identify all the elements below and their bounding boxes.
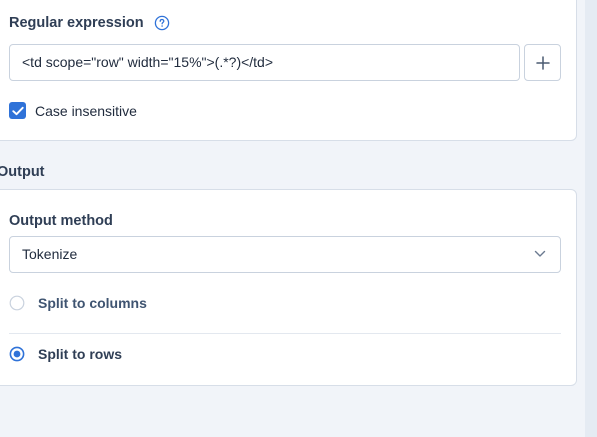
plus-icon: [535, 55, 550, 70]
output-method-value: Tokenize: [22, 246, 78, 262]
radio-selected-icon[interactable]: [9, 346, 25, 362]
case-insensitive-row[interactable]: Case insensitive: [9, 102, 137, 119]
case-insensitive-checkbox[interactable]: [9, 102, 26, 119]
regex-label-row: Regular expression: [9, 15, 170, 31]
chevron-down-icon: [534, 250, 546, 257]
output-method-label: Output method: [9, 213, 113, 229]
option-divider: [9, 333, 561, 334]
check-icon: [11, 106, 24, 115]
output-section-title: Output: [0, 164, 45, 180]
right-scroll-strip: [585, 0, 597, 437]
output-method-select[interactable]: Tokenize: [9, 236, 561, 273]
split-to-rows-option[interactable]: Split to rows: [9, 346, 122, 362]
radio-unselected-icon[interactable]: [9, 295, 25, 311]
split-to-rows-label: Split to rows: [38, 346, 122, 362]
help-circle-icon[interactable]: [154, 15, 170, 31]
regex-input[interactable]: <td scope="row" width="15%">(.*?)</td>: [9, 44, 520, 81]
split-to-columns-label: Split to columns: [38, 295, 147, 311]
add-regex-button[interactable]: [524, 44, 561, 81]
split-to-columns-option[interactable]: Split to columns: [9, 295, 147, 311]
regex-label: Regular expression: [9, 15, 144, 31]
case-insensitive-label: Case insensitive: [35, 102, 137, 119]
